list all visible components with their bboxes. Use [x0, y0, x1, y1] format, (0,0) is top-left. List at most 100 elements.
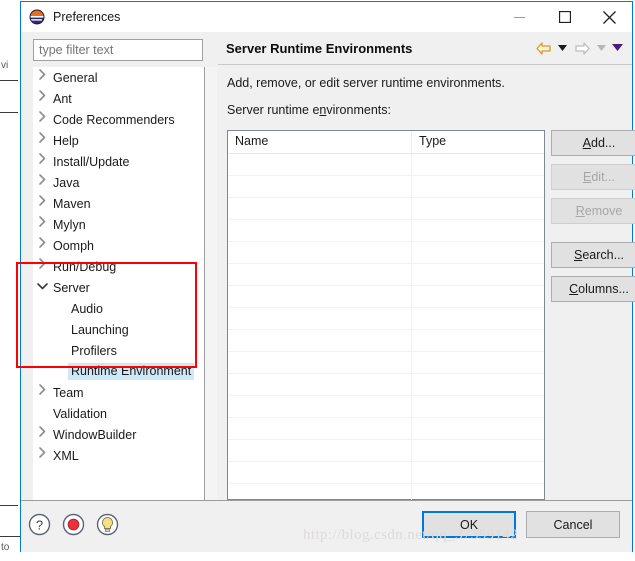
eclipse-icon	[29, 9, 45, 25]
edit-button: Edit...	[551, 164, 635, 190]
table-row[interactable]	[228, 286, 544, 308]
tree-item-ant[interactable]: Ant	[33, 88, 204, 109]
back-history-caret-icon[interactable]	[556, 38, 569, 58]
search-button[interactable]: Search...	[551, 242, 635, 268]
window-title: Preferences	[53, 10, 121, 24]
help-icon[interactable]: ?	[27, 512, 52, 537]
chevron-right-icon[interactable]	[33, 424, 51, 445]
table-row[interactable]	[228, 374, 544, 396]
table-cell-type	[412, 286, 544, 307]
runtime-environments-table[interactable]: Name Type	[227, 130, 545, 506]
page-menu-caret-icon[interactable]	[611, 38, 624, 58]
list-label-post: vironments:	[326, 103, 391, 117]
tree-item-mylyn[interactable]: Mylyn	[33, 214, 204, 235]
tree-item-java[interactable]: Java	[33, 172, 204, 193]
chevron-right-icon[interactable]	[33, 256, 51, 277]
minimize-button[interactable]	[497, 2, 542, 32]
tree-item-oomph[interactable]: Oomph	[33, 235, 204, 256]
filter-input[interactable]	[33, 39, 203, 61]
tree-item-general[interactable]: General	[33, 67, 204, 88]
tree-item-label: Java	[53, 175, 80, 190]
tree-item-launching[interactable]: Launching	[33, 319, 204, 340]
tree-item-label: Launching	[71, 322, 129, 337]
table-row[interactable]	[228, 154, 544, 176]
table-cell-name	[228, 176, 412, 197]
add-button[interactable]: Add...	[551, 130, 635, 156]
tree-item-label: Oomph	[53, 238, 94, 253]
background-line	[0, 80, 18, 81]
columns-button[interactable]: Columns...	[551, 276, 635, 302]
table-cell-type	[412, 242, 544, 263]
chevron-right-icon[interactable]	[33, 109, 51, 130]
tree-item-maven[interactable]: Maven	[33, 193, 204, 214]
column-header-name[interactable]: Name	[228, 131, 412, 153]
close-button[interactable]	[587, 2, 632, 32]
table-row[interactable]	[228, 242, 544, 264]
table-row[interactable]	[228, 198, 544, 220]
chevron-right-icon[interactable]	[33, 382, 51, 403]
tree-item-team[interactable]: Team	[33, 382, 204, 403]
chevron-right-icon[interactable]	[33, 88, 51, 109]
dialog-body: General Ant Code Recommenders Help Install/U…	[21, 32, 635, 519]
table-header: Name Type	[228, 131, 544, 154]
tree-item-audio[interactable]: Audio	[33, 298, 204, 319]
tree-item-run-debug[interactable]: Run/Debug	[33, 256, 204, 277]
chevron-right-icon[interactable]	[33, 172, 51, 193]
chevron-right-icon[interactable]	[33, 151, 51, 172]
screenshot-root: vi to Preferences type filter text Gener…	[0, 0, 635, 561]
tree-item-label: Team	[53, 385, 84, 400]
table-cell-name	[228, 374, 412, 395]
chevron-right-icon[interactable]	[33, 445, 51, 466]
tree-item-server[interactable]: Server	[33, 277, 204, 298]
back-arrow-icon[interactable]	[533, 38, 553, 58]
table-cell-type	[412, 154, 544, 175]
tree-item-runtime-environment[interactable]: Runtime Environment	[33, 361, 204, 382]
tree-item-label: Profilers	[71, 343, 117, 358]
cancel-button[interactable]: Cancel	[526, 511, 620, 538]
table-row[interactable]	[228, 396, 544, 418]
table-row[interactable]	[228, 176, 544, 198]
table-body[interactable]	[228, 154, 544, 506]
tree-item-label: Ant	[53, 91, 72, 106]
tree-item-profilers[interactable]: Profilers	[33, 340, 204, 361]
columns-label-post: olumns...	[578, 282, 629, 296]
record-icon[interactable]	[61, 512, 86, 537]
table-row[interactable]	[228, 440, 544, 462]
tree-item-windowbuilder[interactable]: WindowBuilder	[33, 424, 204, 445]
table-cell-name	[228, 198, 412, 219]
chevron-right-icon[interactable]	[33, 235, 51, 256]
tree-item-help[interactable]: Help	[33, 130, 204, 151]
maximize-button[interactable]	[542, 2, 587, 32]
search-label-post: earch...	[582, 248, 625, 262]
table-row[interactable]	[228, 264, 544, 286]
chevron-right-icon[interactable]	[33, 130, 51, 151]
tree-item-install-update[interactable]: Install/Update	[33, 151, 204, 172]
column-header-type[interactable]: Type	[412, 131, 544, 153]
forward-arrow-icon[interactable]	[572, 38, 592, 58]
table-row[interactable]	[228, 462, 544, 484]
table-row[interactable]	[228, 352, 544, 374]
chevron-right-icon[interactable]	[33, 67, 51, 88]
add-label-mnemonic: A	[582, 136, 591, 150]
chevron-down-icon[interactable]	[33, 277, 51, 298]
chevron-right-icon[interactable]	[33, 214, 51, 235]
tree-item-validation[interactable]: Validation	[33, 403, 204, 424]
table-row[interactable]	[228, 308, 544, 330]
table-cell-name	[228, 242, 412, 263]
tree-item-code-recommenders[interactable]: Code Recommenders	[33, 109, 204, 130]
tree-item-xml[interactable]: XML	[33, 445, 204, 466]
preferences-tree[interactable]: General Ant Code Recommenders Help Install/U…	[33, 67, 204, 502]
tree-vertical-scrollbar[interactable]	[205, 67, 217, 519]
table-cell-name	[228, 462, 412, 483]
preference-page: Server Runtime Environments Add, remove,…	[218, 32, 635, 506]
table-row[interactable]	[228, 220, 544, 242]
tree-item-label: Install/Update	[53, 154, 130, 169]
table-cell-name	[228, 418, 412, 439]
chevron-right-icon[interactable]	[33, 193, 51, 214]
forward-history-caret-icon[interactable]	[595, 38, 608, 58]
tree-item-label: Audio	[71, 301, 103, 316]
tip-lightbulb-icon[interactable]	[95, 512, 120, 537]
table-row[interactable]	[228, 330, 544, 352]
table-row[interactable]	[228, 418, 544, 440]
table-cell-name	[228, 220, 412, 241]
